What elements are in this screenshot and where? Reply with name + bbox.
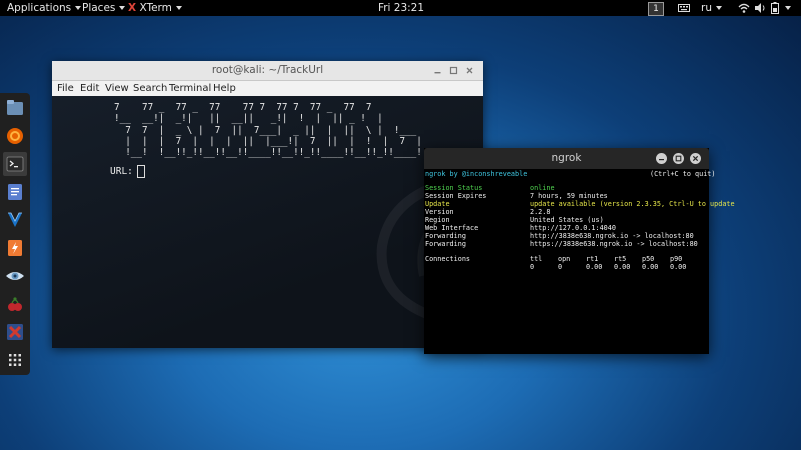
applications-label: Applications — [7, 2, 72, 14]
ascii-banner: 7 77 _ 77 _ 77 77 7 77 7 77 _ 77 7 !__ _… — [114, 102, 422, 159]
chevron-down-icon — [175, 6, 182, 10]
version-value: 2.2.8 — [530, 208, 551, 216]
terminal-title: root@kali: ~/TrackUrl — [211, 64, 324, 76]
forwarding-https-value: https://3838e638.ngrok.io -> localhost:8… — [530, 240, 698, 248]
terminal-titlebar[interactable]: root@kali: ~/TrackUrl — [52, 61, 483, 81]
clock[interactable]: Fri 23:21 — [372, 0, 430, 16]
wifi-icon[interactable] — [738, 0, 750, 16]
terminal-output[interactable]: 7 77 _ 77 _ 77 77 7 77 7 77 _ 77 7 !__ _… — [52, 96, 483, 348]
forwarding-http-value: http://3838e638.ngrok.io -> localhost:80 — [530, 232, 694, 240]
battery-icon[interactable] — [770, 0, 780, 16]
status-value: online — [530, 184, 555, 192]
update-label: Update — [425, 200, 450, 208]
forwarding-https-label: Forwarding — [425, 240, 466, 248]
conn-header-ttl: ttl — [530, 255, 543, 263]
session-expires-label: Session Expires — [425, 192, 487, 200]
metasploit-icon[interactable] — [3, 208, 27, 232]
chevron-down-icon — [75, 6, 82, 10]
close-icon[interactable] — [690, 153, 701, 164]
ngrok-console[interactable]: ngrok by @inconshreveable (Ctrl+C to qui… — [424, 169, 735, 354]
conn-value-ttl: 0 — [530, 263, 535, 271]
menu-search[interactable]: Search — [133, 81, 167, 96]
minimize-icon[interactable] — [431, 64, 444, 77]
conn-header-opn: opn — [558, 255, 571, 263]
cherrytree-icon[interactable] — [3, 292, 27, 316]
active-app-label: XTerm — [139, 2, 172, 14]
keyboard-icon[interactable] — [678, 0, 690, 16]
menu-view[interactable]: View — [105, 81, 129, 96]
active-app-menu[interactable]: X XTerm — [128, 0, 182, 16]
conn-value-rt5: 0.00 — [614, 263, 631, 271]
menu-terminal[interactable]: Terminal — [169, 81, 211, 96]
conn-header-rt5: rt5 — [614, 255, 627, 263]
update-value: update available (version 2.3.35, Ctrl-U… — [530, 200, 735, 208]
system-menu[interactable] — [785, 0, 791, 16]
connections-label: Connections — [425, 255, 471, 263]
region-label: Region — [425, 216, 450, 224]
ngrok-window: ngrok ngrok by @inconshreveable (Ctrl+C … — [424, 148, 735, 354]
region-value: United States (us) — [530, 216, 604, 224]
top-panel: Applications Places X XTerm Fri 23:21 1 … — [0, 0, 801, 16]
text-cursor — [136, 165, 145, 178]
conn-value-p50: 0.00 — [642, 263, 659, 271]
conn-value-rt1: 0.00 — [586, 263, 603, 271]
menu-help[interactable]: Help — [213, 81, 236, 96]
text-editor-icon[interactable] — [3, 180, 27, 204]
xterm-small-icon: X — [128, 2, 137, 14]
chevron-down-icon — [119, 6, 126, 10]
xterm-icon[interactable] — [3, 320, 27, 344]
files-app-icon[interactable] — [3, 96, 27, 120]
terminal-menubar: File Edit View Search Terminal Help — [52, 81, 483, 96]
ngrok-header-quit-hint: (Ctrl+C to quit) — [650, 170, 716, 178]
menu-edit[interactable]: Edit — [80, 81, 99, 96]
terminal-window: root@kali: ~/TrackUrl File Edit View Sea… — [52, 61, 483, 348]
workspace-indicator[interactable]: 1 — [648, 2, 664, 16]
version-label: Version — [425, 208, 454, 216]
ngrok-header-brand: ngrok by @inconshreveable — [425, 170, 528, 178]
conn-value-p90: 0.00 — [670, 263, 687, 271]
minimize-icon[interactable] — [656, 153, 667, 164]
places-label: Places — [82, 2, 116, 14]
forwarding-http-label: Forwarding — [425, 232, 466, 240]
session-expires-value: 7 hours, 59 minutes — [530, 192, 608, 200]
chevron-down-icon — [715, 6, 722, 10]
status-label: Session Status — [425, 184, 483, 192]
volume-icon[interactable] — [754, 0, 766, 16]
conn-header-p90: p90 — [670, 255, 683, 263]
applications-menu[interactable]: Applications — [7, 0, 82, 16]
dock — [0, 93, 30, 375]
firefox-icon[interactable] — [3, 124, 27, 148]
eye-tool-icon[interactable] — [3, 264, 27, 288]
ngrok-titlebar[interactable]: ngrok — [424, 148, 709, 169]
web-interface-value: http://127.0.0.1:4040 — [530, 224, 616, 232]
chevron-down-icon — [785, 6, 791, 10]
close-icon[interactable] — [463, 64, 476, 77]
web-interface-label: Web Interface — [425, 224, 479, 232]
url-prompt: URL: — [110, 166, 133, 177]
maximize-icon[interactable] — [447, 64, 460, 77]
menu-file[interactable]: File — [57, 81, 74, 96]
places-menu[interactable]: Places — [82, 0, 126, 16]
language-indicator[interactable]: ru — [701, 0, 722, 16]
terminal-icon[interactable] — [3, 152, 27, 176]
show-apps-icon[interactable] — [3, 348, 27, 372]
maximize-icon[interactable] — [673, 153, 684, 164]
burpsuite-icon[interactable] — [3, 236, 27, 260]
conn-value-opn: 0 — [558, 263, 563, 271]
conn-header-p50: p50 — [642, 255, 655, 263]
conn-header-rt1: rt1 — [586, 255, 599, 263]
url-prompt-line[interactable]: URL: — [110, 165, 145, 178]
language-label: ru — [701, 2, 712, 14]
